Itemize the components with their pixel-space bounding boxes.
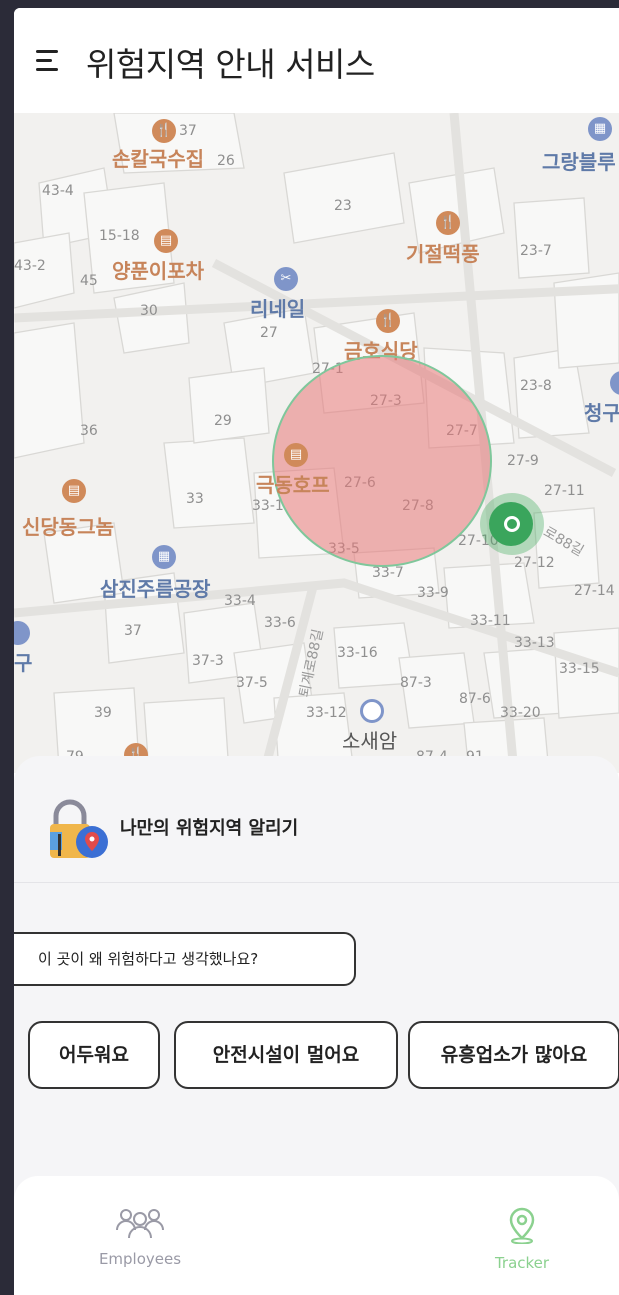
nav-tracker[interactable]: Tracker [462,1206,582,1272]
map-block-number: 33-13 [514,635,555,651]
bar-icon: ▤ [284,443,308,467]
map-block-number: 43-4 [42,183,74,199]
poi-label: 손칼국수집 [112,147,204,171]
poi-label: 극동호프 [256,473,330,497]
app-screen: 위험지역 안내 서비스 37 26 43-4 23 15-18 43-2 45 … [14,8,619,1295]
poi-label: 양푼이포차 [112,259,204,283]
poi-label: 리네일 [250,297,306,321]
menu-icon[interactable] [36,50,62,72]
current-location-icon[interactable] [480,493,544,555]
map-block-number: 27-11 [544,483,585,499]
poi-label: 신당동그놈 [22,515,114,539]
map-block-number: 37-5 [236,675,268,691]
bar-icon: ▤ [154,229,178,253]
map-view[interactable]: 37 26 43-4 23 15-18 43-2 45 30 23-7 27 2… [14,113,619,773]
landmark-icon [360,699,384,723]
app-header: 위험지역 안내 서비스 [14,8,619,113]
map-block-number: 15-18 [99,228,140,244]
map-block-number: 33-7 [372,565,404,581]
report-title: 나만의 위험지역 알리기 [120,818,299,839]
map-block-number: 33-15 [559,661,600,677]
nav-tracker-label: Tracker [494,1254,550,1272]
poi-label: 기절떡풍 [406,242,480,266]
map-block-number: 45 [80,273,98,289]
employees-icon [116,1209,164,1239]
nav-employees-label: Employees [98,1250,182,1268]
map-block-number: 39 [94,705,112,721]
map-block-number: 27-14 [574,583,615,599]
map-block-number: 33-16 [337,645,378,661]
reason-button-dark[interactable]: 어두워요 [28,1021,160,1089]
map-block-number: 37 [124,623,142,639]
map-block-number: 27 [260,325,278,341]
nav-employees[interactable]: Employees [80,1206,200,1268]
map-block-number: 33-4 [224,593,256,609]
map-block-number: 37-3 [192,653,224,669]
map-block-number: 36 [80,423,98,439]
tracker-pin-icon [509,1207,535,1245]
map-block-number: 33-11 [470,613,511,629]
restaurant-icon: 🍴 [436,211,460,235]
map-block-number: 27-12 [514,555,555,571]
map-block-number: 43-2 [14,258,46,274]
map-block-number: 37 [179,123,197,139]
shop-icon: ▦ [588,117,612,141]
map-block-number: 87-3 [400,675,432,691]
divider [14,882,619,883]
map-block-number: 23-8 [520,378,552,394]
map-block-number: 26 [217,153,235,169]
map-block-number: 29 [214,413,232,429]
map-block-number: 33-9 [417,585,449,601]
map-block-number: 33-12 [306,705,347,721]
restaurant-icon: 🍴 [376,309,400,333]
lock-location-icon [46,796,110,866]
map-block-number: 33-6 [264,615,296,631]
map-block-number: 30 [140,303,158,319]
reason-button-far-safety[interactable]: 안전시설이 멀어요 [174,1021,398,1089]
map-block-number: 87-6 [459,691,491,707]
map-block-number: 23-7 [520,243,552,259]
bar-icon: ▤ [62,479,86,503]
poi-label: 소새암 [342,729,398,753]
map-block-number: 27-9 [507,453,539,469]
reason-button-entertainment[interactable]: 유흥업소가 많아요 [408,1021,619,1089]
map-block-number: 33 [186,491,204,507]
map-block-number: 33-20 [500,705,541,721]
shop-icon: ✂ [274,267,298,291]
shop-icon: ▦ [152,545,176,569]
question-bubble: 이 곳이 왜 위험하다고 생각했나요? [14,932,356,986]
poi-label: 그랑블루 [542,150,616,174]
map-block-number: 23 [334,198,352,214]
poi-label: 청구 [584,401,619,425]
bottom-nav: Employees Tracker [14,1176,619,1295]
poi-label: 삼진주름공장 [100,577,211,601]
restaurant-icon: 🍴 [152,119,176,143]
poi-label: 구 [14,651,33,675]
page-title: 위험지역 안내 서비스 [86,45,375,84]
